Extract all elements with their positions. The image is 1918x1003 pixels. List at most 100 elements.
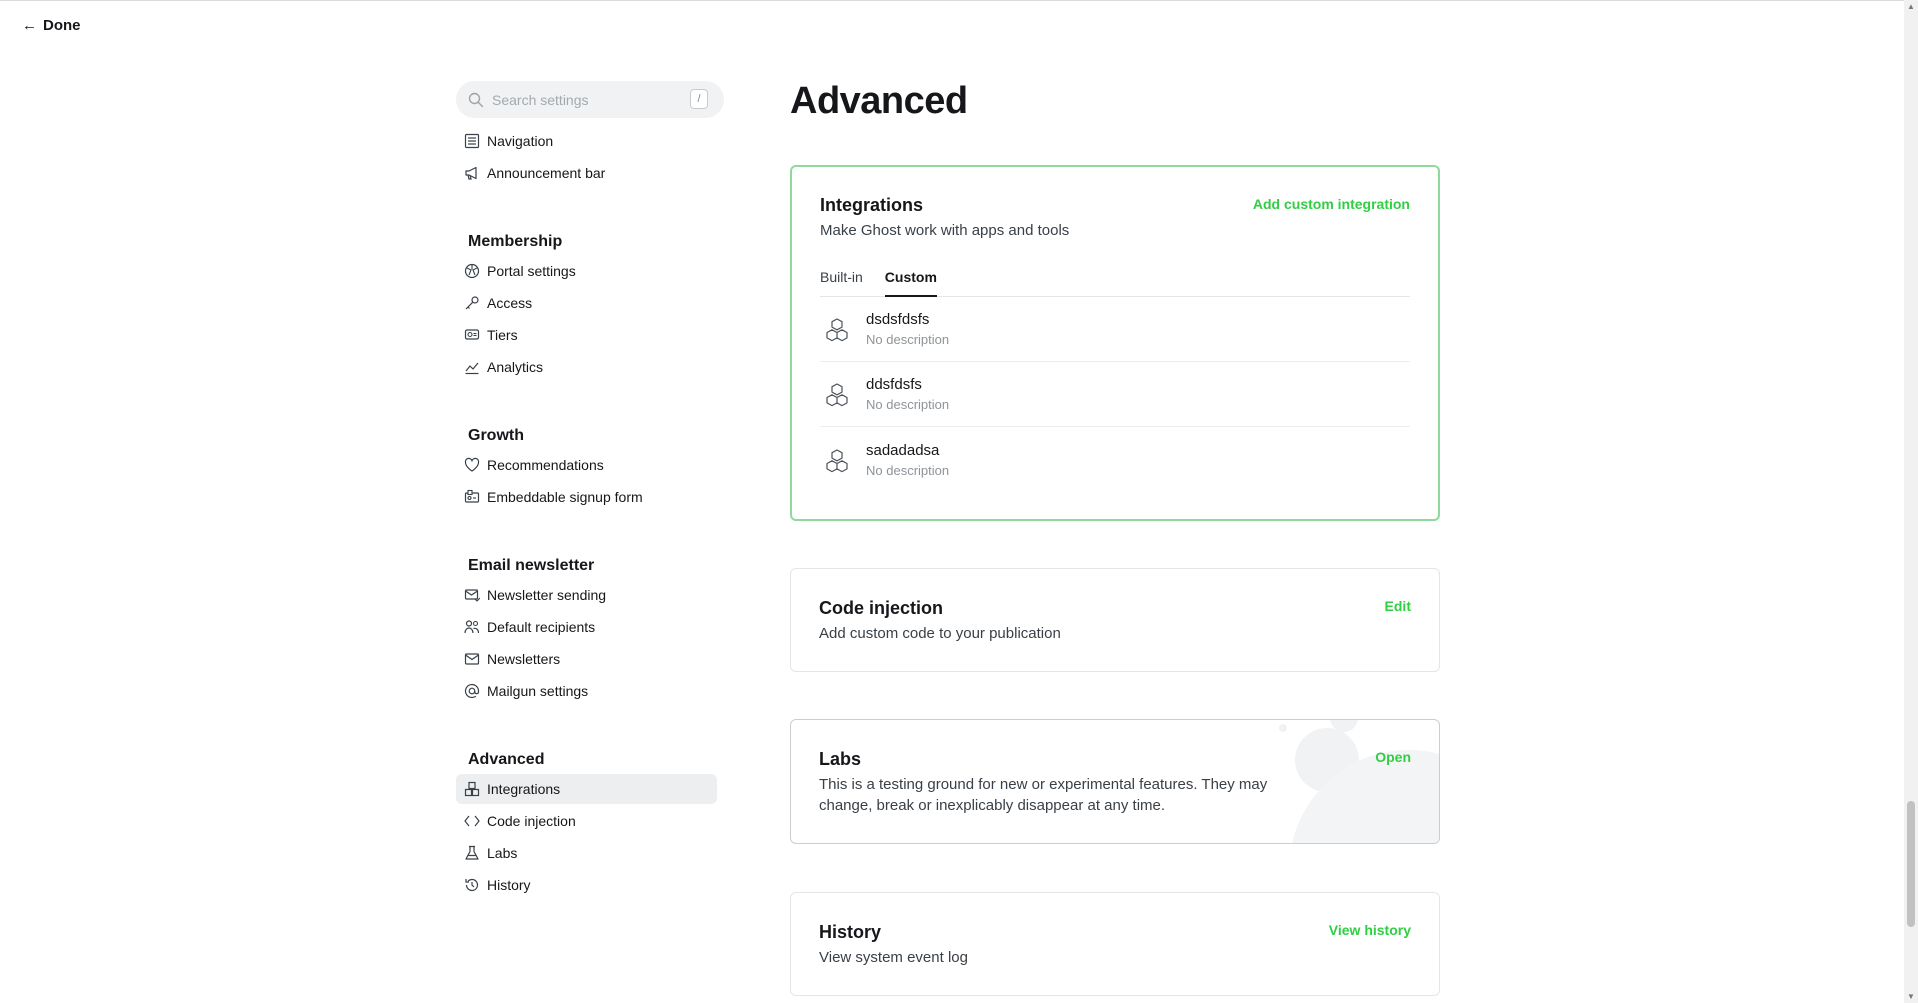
scroll-up-arrow-icon[interactable]: ▲ [1907, 2, 1915, 11]
cubes-icon [826, 448, 848, 472]
sidebar-item-label: Announcement bar [487, 165, 606, 181]
history-icon [465, 878, 479, 892]
sidebar-item-integrations[interactable]: Integrations [456, 774, 717, 804]
sidebar-group-title: Membership [468, 233, 563, 250]
cubes-icon [826, 383, 848, 407]
megaphone-icon [465, 166, 477, 180]
flask-icon [465, 845, 479, 860]
view-history-button[interactable]: View history [1329, 922, 1411, 938]
sidebar-item-recommendations[interactable]: Recommendations [456, 450, 720, 480]
sidebar-group-email-newsletter: Email newsletter Newsletter sending Defa… [456, 556, 724, 706]
top-divider [0, 0, 1918, 1]
integration-list: dsdsfdsfs No description ddsfdsfs No des… [820, 297, 1410, 492]
sidebar-item-label: Newsletter sending [487, 587, 607, 603]
sidebar-item-mailgun-settings[interactable]: Mailgun settings [456, 676, 720, 706]
sidebar-item-newsletters[interactable]: Newsletters [456, 644, 720, 674]
sidebar-item-embeddable-signup-form[interactable]: Embeddable signup form [456, 482, 720, 512]
sidebar-item-code-injection[interactable]: Code injection [456, 806, 720, 836]
sidebar-item-access[interactable]: Access [456, 288, 720, 318]
labs-open-button[interactable]: Open [1375, 749, 1411, 765]
integration-name: ddsfdsfs [866, 376, 922, 393]
search-input[interactable] [492, 91, 712, 108]
done-button[interactable]: ← Done [22, 17, 81, 34]
integration-description: No description [866, 332, 950, 347]
page-title: Advanced [790, 80, 968, 122]
sidebar-item-label: Code injection [487, 813, 576, 829]
tiers-icon [464, 329, 480, 340]
code-icon [464, 815, 480, 827]
sidebar-item-label: Tiers [487, 327, 518, 343]
users-icon [464, 620, 480, 634]
integrations-icon [464, 781, 480, 797]
sidebar-item-label: History [487, 877, 531, 893]
sidebar-item-analytics[interactable]: Analytics [456, 352, 720, 382]
sidebar-item-label: Recommendations [487, 457, 604, 473]
history-title: History [819, 922, 882, 942]
sidebar-item-labs[interactable]: Labs [456, 838, 720, 868]
settings-sidebar: / Navigation Announcement bar Membership… [456, 81, 724, 900]
sidebar-item-label: Access [487, 295, 533, 311]
key-icon [465, 296, 479, 310]
sidebar-group-title: Email newsletter [468, 557, 595, 574]
sidebar-item-label: Labs [487, 845, 518, 861]
tab-built-in[interactable]: Built-in [820, 267, 863, 296]
sidebar-item-label: Analytics [487, 359, 544, 375]
sidebar-item-default-recipients[interactable]: Default recipients [456, 612, 720, 642]
integration-description: No description [866, 462, 950, 478]
heart-icon [464, 457, 480, 472]
sidebar-group-title: Growth [468, 427, 524, 444]
mail-send-icon [464, 589, 480, 602]
code-injection-description: Add custom code to your publication [819, 625, 1061, 642]
integration-description: No description [866, 397, 950, 412]
code-injection-card: Code injection Add custom code to your p… [790, 568, 1440, 672]
sidebar-group-title: Advanced [468, 751, 545, 768]
search-shortcut-badge: / [690, 89, 708, 109]
sidebar-item-tiers[interactable]: Tiers [456, 320, 720, 350]
page-scrollbar[interactable]: ▲ ▼ [1904, 0, 1918, 1003]
code-injection-title: Code injection [819, 598, 944, 618]
sidebar-group-growth: Growth Recommendations Embeddable signup… [456, 426, 724, 512]
sidebar-item-label: Default recipients [487, 619, 596, 635]
add-custom-integration-button[interactable]: Add custom integration [1253, 196, 1410, 212]
sidebar-item-label: Mailgun settings [487, 683, 589, 699]
portal-icon [464, 263, 480, 279]
scroll-down-arrow-icon[interactable]: ▼ [1907, 992, 1915, 1001]
labs-description: This is a testing ground for new or expe… [819, 776, 1268, 814]
code-injection-edit-button[interactable]: Edit [1385, 598, 1411, 614]
integrations-tabs: Built-in Custom [820, 267, 1410, 297]
chart-icon [465, 362, 479, 375]
sidebar-item-portal-settings[interactable]: Portal settings [456, 256, 720, 286]
search-bar[interactable]: / [456, 81, 724, 118]
history-description: View system event log [819, 949, 968, 966]
scrollbar-thumb[interactable] [1907, 801, 1915, 927]
labs-card: Labs This is a testing ground for new or… [790, 719, 1440, 844]
sidebar-item-navigation[interactable]: Navigation [456, 126, 720, 156]
integration-row[interactable]: ddsfdsfs No description [820, 362, 1410, 427]
list-icon [464, 133, 480, 149]
sidebar-item-label: Embeddable signup form [487, 489, 643, 505]
sidebar-item-label: Navigation [487, 133, 554, 149]
done-label: Done [43, 17, 81, 34]
signup-form-icon [464, 489, 480, 503]
history-card: History View system event log View histo… [790, 892, 1440, 996]
integration-row[interactable]: dsdsfdsfs No description [820, 297, 1410, 362]
arrow-left-icon: ← [22, 17, 37, 34]
cubes-icon [826, 318, 848, 342]
sidebar-item-newsletter-sending[interactable]: Newsletter sending [456, 580, 720, 610]
integrations-description: Make Ghost work with apps and tools [820, 222, 1070, 239]
tab-custom[interactable]: Custom [884, 267, 938, 297]
sidebar-item-label: Integrations [487, 781, 561, 797]
integration-name: sadadadsa [866, 441, 940, 459]
sidebar-item-announcement-bar[interactable]: Announcement bar [456, 158, 720, 188]
integration-name: dsdsfdsfs [866, 311, 930, 328]
sidebar-item-history[interactable]: History [456, 870, 720, 900]
sidebar-item-label: Newsletters [487, 651, 561, 667]
sidebar-item-label: Portal settings [487, 263, 576, 279]
labs-title: Labs [819, 749, 862, 769]
sidebar-group-membership: Membership Portal settings Access Tiers … [456, 232, 724, 382]
search-icon [468, 92, 484, 107]
at-icon [464, 683, 480, 699]
integration-row[interactable]: sadadadsa No description [820, 427, 1410, 492]
sidebar-group-advanced: Advanced Integrations Code injection Lab… [456, 750, 724, 900]
integrations-card: Integrations Make Ghost work with apps a… [790, 165, 1440, 521]
